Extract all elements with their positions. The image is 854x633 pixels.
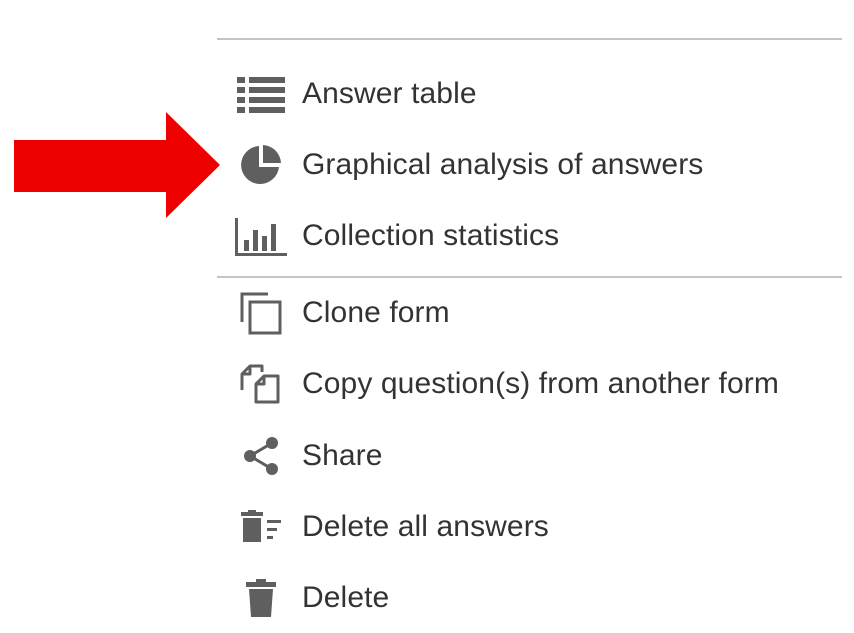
delete-sweep-icon xyxy=(232,501,290,553)
menu-item-graphical-analysis[interactable]: Graphical analysis of answers xyxy=(232,135,832,195)
menu-item-label: Share xyxy=(302,439,383,472)
menu-item-label: Delete xyxy=(302,581,390,614)
menu-item-label: Clone form xyxy=(302,296,450,329)
menu-item-share[interactable]: Share xyxy=(232,426,832,486)
context-menu-screenshot: Answer table Graphical analysis of answe… xyxy=(0,0,854,633)
menu-item-collection-statistics[interactable]: Collection statistics xyxy=(232,206,832,266)
trash-icon xyxy=(232,572,290,624)
menu-item-copy-questions[interactable]: Copy question(s) from another form xyxy=(232,354,832,414)
bar-chart-icon xyxy=(232,210,290,262)
menu-item-delete[interactable]: Delete xyxy=(232,568,832,628)
menu-item-label: Collection statistics xyxy=(302,219,560,252)
menu-item-label: Copy question(s) from another form xyxy=(302,367,779,400)
menu-item-label: Graphical analysis of answers xyxy=(302,148,704,181)
share-icon xyxy=(232,430,290,482)
clone-icon xyxy=(232,287,290,339)
menu-divider-top xyxy=(217,38,842,40)
pie-chart-icon xyxy=(232,139,290,191)
menu-item-label: Answer table xyxy=(302,77,477,110)
red-pointer-arrow-icon xyxy=(14,112,220,218)
menu-divider-middle xyxy=(217,276,842,278)
menu-item-clone-form[interactable]: Clone form xyxy=(232,283,832,343)
menu-item-delete-all-answers[interactable]: Delete all answers xyxy=(232,497,832,557)
menu-item-answer-table[interactable]: Answer table xyxy=(232,64,832,124)
table-list-icon xyxy=(232,68,290,120)
copy-pages-icon xyxy=(232,358,290,410)
menu-item-label: Delete all answers xyxy=(302,510,549,543)
